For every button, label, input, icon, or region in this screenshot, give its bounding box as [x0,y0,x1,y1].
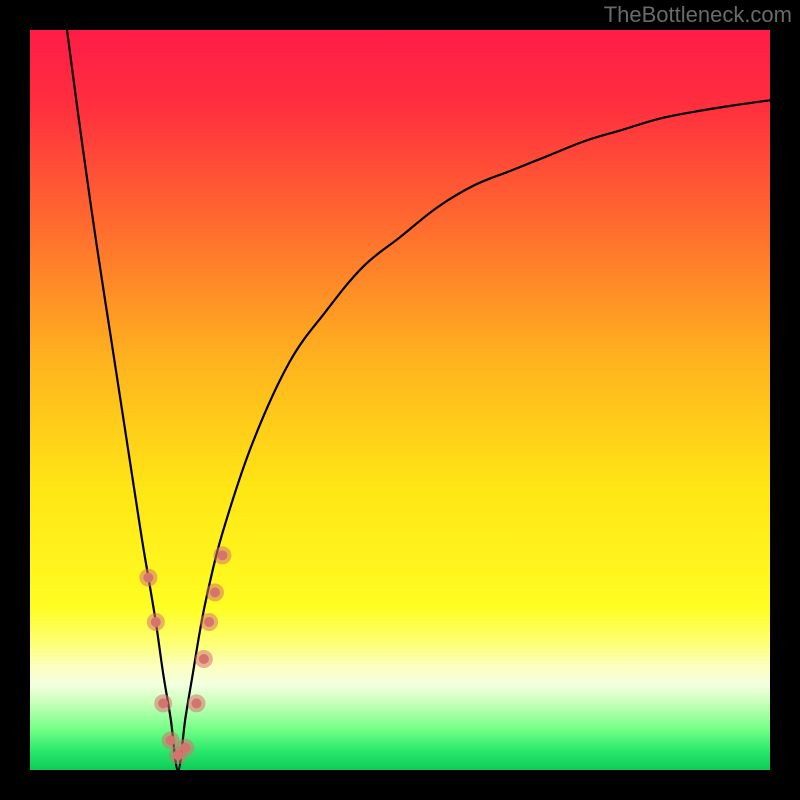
marker-inner [210,587,220,597]
plot-area [30,30,770,770]
watermark-text: TheBottleneck.com [604,2,792,28]
chart-frame: TheBottleneck.com [0,0,800,800]
marker-inner [166,735,176,745]
marker-inner [199,654,209,664]
marker-inner [151,617,161,627]
marker-inner [143,573,153,583]
curve-layer [30,30,770,770]
bottleneck-curve [67,30,770,770]
marker-inner [217,550,227,560]
marker-inner [192,698,202,708]
marker-inner [204,617,214,627]
marker-inner [158,698,168,708]
marker-inner [180,743,190,753]
highlighted-points [139,546,231,764]
